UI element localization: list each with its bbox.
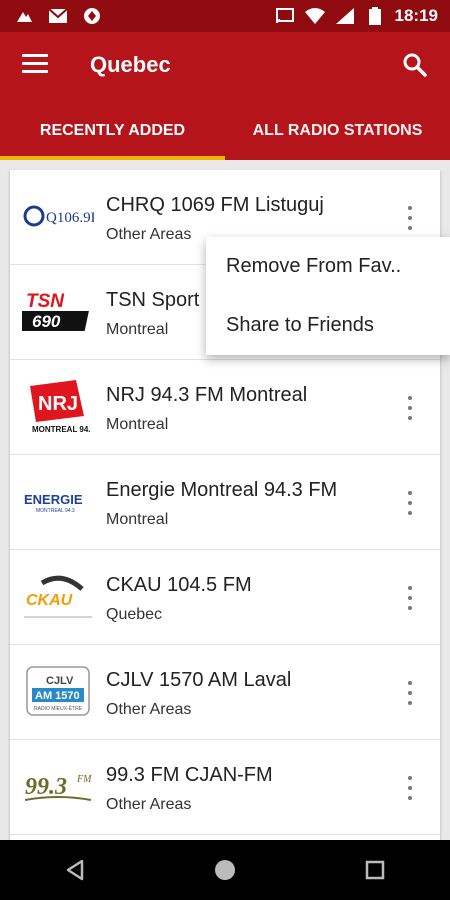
- nav-bar: [0, 840, 450, 900]
- svg-text:CJLV: CJLV: [46, 675, 74, 687]
- more-options-icon[interactable]: [402, 396, 418, 420]
- notification-icon: [14, 7, 34, 25]
- svg-text:FM: FM: [76, 774, 92, 785]
- station-logo: 99.3 FM: [22, 754, 94, 818]
- list-item[interactable]: CKAU CKAU 104.5 FM Quebec: [10, 550, 440, 645]
- station-region: Other Areas: [106, 226, 192, 243]
- station-region: Montreal: [106, 416, 169, 433]
- station-name: CJLV 1570 AM Laval: [106, 669, 292, 691]
- menu-icon[interactable]: [22, 54, 48, 76]
- search-icon[interactable]: [402, 52, 428, 78]
- list-item[interactable]: ENERGIE MONTREAL 94.3 Energie Montreal 9…: [10, 455, 440, 550]
- station-name: CKAU 104.5 FM: [106, 574, 252, 596]
- station-logo: NRJ MONTREAL 94.3: [22, 374, 94, 438]
- station-name: CHRQ 1069 FM Listuguj: [106, 194, 324, 216]
- station-name: 99.3 FM CJAN-FM: [106, 764, 273, 786]
- more-options-icon[interactable]: [402, 586, 418, 610]
- list-item[interactable]: CJLV AM 1570 RADIO MIEUX-ÊTRE CJLV 1570 …: [10, 645, 440, 740]
- svg-text:MONTREAL 94.3: MONTREAL 94.3: [32, 425, 90, 434]
- svg-text:RADIO MIEUX-ÊTRE: RADIO MIEUX-ÊTRE: [34, 704, 83, 712]
- station-logo: ENERGIE MONTREAL 94.3: [22, 469, 94, 533]
- more-options-icon[interactable]: [402, 206, 418, 230]
- list-item[interactable]: 99.3 FM 99.3 FM CJAN-FM Other Areas: [10, 740, 440, 835]
- more-options-icon[interactable]: [402, 491, 418, 515]
- station-logo: CJLV AM 1570 RADIO MIEUX-ÊTRE: [22, 659, 94, 723]
- svg-text:ENERGIE: ENERGIE: [24, 492, 83, 507]
- recents-icon[interactable]: [355, 850, 395, 890]
- cast-icon: [275, 7, 295, 25]
- svg-text:Q106.9FM: Q106.9FM: [46, 210, 94, 226]
- station-name: TSN Sport: [106, 289, 200, 311]
- signal-icon: [335, 7, 355, 25]
- status-time: 18:19: [394, 6, 438, 25]
- back-icon[interactable]: [55, 850, 95, 890]
- status-bar: 18:19: [0, 0, 450, 32]
- station-logo: Q106.9FM: [22, 184, 94, 248]
- tab-all-radio-stations[interactable]: ALL RADIO STATIONS: [225, 102, 450, 160]
- station-logo: TSN 690: [22, 279, 94, 343]
- station-logo: CKAU: [22, 564, 94, 628]
- tab-recently-added[interactable]: RECENTLY ADDED: [0, 102, 225, 160]
- svg-text:NRJ: NRJ: [38, 393, 78, 415]
- svg-text:TSN: TSN: [26, 291, 65, 312]
- app-bar: Quebec: [0, 32, 450, 102]
- wifi-icon: [304, 7, 325, 25]
- battery-icon: [365, 7, 385, 25]
- station-region: Other Areas: [106, 796, 192, 813]
- home-icon[interactable]: [205, 850, 245, 890]
- list-item[interactable]: NRJ MONTREAL 94.3 NRJ 94.3 FM Montreal M…: [10, 360, 440, 455]
- svg-text:MONTREAL 94.3: MONTREAL 94.3: [36, 508, 75, 514]
- tab-bar: RECENTLY ADDED ALL RADIO STATIONS: [0, 102, 450, 160]
- station-region: Montreal: [106, 321, 169, 338]
- station-name: Energie Montreal 94.3 FM: [106, 479, 338, 501]
- more-options-icon[interactable]: [402, 776, 418, 800]
- more-options-icon[interactable]: [402, 681, 418, 705]
- station-region: Montreal: [106, 511, 169, 528]
- svg-text:CKAU: CKAU: [26, 592, 73, 609]
- svg-text:690: 690: [32, 312, 61, 331]
- share-to-friends-menu-item[interactable]: Share to Friends: [206, 296, 450, 355]
- svg-text:AM 1570: AM 1570: [35, 690, 80, 702]
- context-menu: Remove From Fav.. Share to Friends: [206, 237, 450, 355]
- app-icon: [82, 7, 102, 25]
- remove-from-favorites-menu-item[interactable]: Remove From Fav..: [206, 237, 450, 296]
- gmail-icon: [48, 7, 68, 25]
- page-title: Quebec: [90, 52, 171, 77]
- station-region: Quebec: [106, 606, 163, 623]
- station-name: NRJ 94.3 FM Montreal: [106, 384, 308, 406]
- station-region: Other Areas: [106, 701, 192, 718]
